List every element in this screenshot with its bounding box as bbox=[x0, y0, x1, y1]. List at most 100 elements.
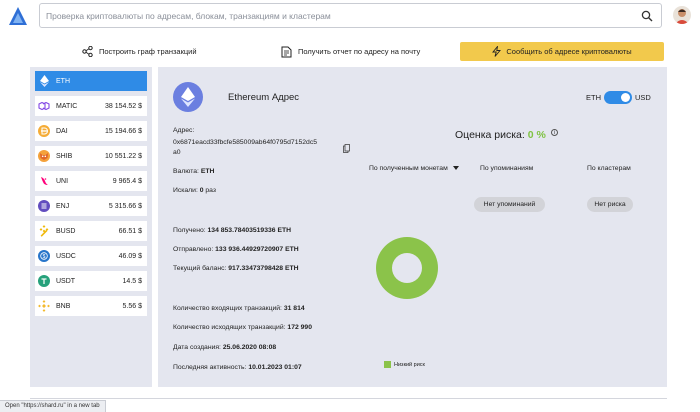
report-address-label: Сообщить об адресе криптовалюты bbox=[506, 47, 632, 56]
user-avatar-icon bbox=[675, 9, 689, 24]
avatar[interactable] bbox=[673, 6, 691, 24]
search-icon[interactable] bbox=[641, 10, 653, 22]
logo-icon[interactable] bbox=[8, 6, 28, 26]
share-graph-icon bbox=[82, 46, 93, 57]
currency-row: Валюта: ETH bbox=[173, 168, 214, 175]
risk-label: Оценка риска: bbox=[455, 129, 525, 141]
coin-value: 5 315.66 $ bbox=[108, 202, 142, 210]
coin-value: 66.51 $ bbox=[118, 227, 142, 235]
coin-symbol: BUSD bbox=[56, 227, 76, 235]
currency-sidebar: ETH MATIC 38 154.52 $ DAI 15 194.66 $ SH… bbox=[30, 67, 152, 387]
eth-icon bbox=[38, 75, 50, 87]
coin-symbol: USDC bbox=[56, 252, 76, 260]
tab-received-label: По полученным монетам bbox=[369, 165, 448, 172]
risk-donut-chart bbox=[376, 237, 438, 299]
coin-value: 9 965.4 $ bbox=[112, 177, 142, 185]
usdc-icon: $ bbox=[38, 250, 50, 262]
sidebar-item-matic[interactable]: MATIC 38 154.52 $ bbox=[35, 96, 147, 116]
page-title: Ethereum Адрес bbox=[228, 92, 300, 103]
copy-icon[interactable] bbox=[343, 144, 350, 153]
balance-label: Текущий баланс: bbox=[173, 265, 227, 272]
created-value: 25.06.2020 08:08 bbox=[222, 344, 277, 351]
document-icon bbox=[281, 46, 292, 57]
searched-row: Искали: 0 раз bbox=[173, 187, 216, 194]
search-bar[interactable] bbox=[39, 3, 662, 28]
divider bbox=[30, 398, 667, 399]
sidebar-item-uni[interactable]: UNI 9 965.4 $ bbox=[35, 171, 147, 191]
sidebar-item-busd[interactable]: BUSD 66.51 $ bbox=[35, 221, 147, 241]
toggle-left-label: ETH bbox=[586, 93, 601, 102]
toggle-switch[interactable] bbox=[604, 91, 632, 104]
busd-icon bbox=[38, 225, 50, 237]
coin-value: 5.56 $ bbox=[122, 302, 142, 310]
searched-unit: раз bbox=[205, 187, 217, 194]
received-label: Получено: bbox=[173, 227, 206, 234]
coin-value: 10 551.22 $ bbox=[105, 152, 142, 160]
chevron-down-icon bbox=[452, 166, 459, 171]
sent-label: Отправлено: bbox=[173, 246, 214, 253]
ethereum-icon bbox=[173, 82, 203, 112]
chart-legend: Низкий риск bbox=[384, 361, 425, 368]
email-report-button[interactable]: Получить отчет по адресу на почту bbox=[281, 42, 420, 61]
last-activity-row: Последняя активность: 10.01.2023 01:07 bbox=[173, 364, 302, 371]
sidebar-item-eth[interactable]: ETH bbox=[35, 71, 147, 91]
sidebar-item-usdc[interactable]: $ USDC 46.09 $ bbox=[35, 246, 147, 266]
build-graph-button[interactable]: Построить граф транзакций bbox=[82, 42, 197, 61]
outgoing-tx-row: Количество исходящих транзакций: 172 990 bbox=[173, 324, 312, 331]
currency-value: ETH bbox=[200, 168, 215, 175]
currency-label: Валюта: bbox=[173, 168, 199, 175]
coin-symbol: UNI bbox=[56, 177, 69, 185]
report-address-button[interactable]: Сообщить об адресе криптовалюты bbox=[460, 42, 664, 61]
header bbox=[0, 0, 700, 33]
usdt-icon bbox=[38, 275, 50, 287]
coin-value: 14.5 $ bbox=[122, 277, 142, 285]
sidebar-item-dai[interactable]: DAI 15 194.66 $ bbox=[35, 121, 147, 141]
shib-icon bbox=[38, 150, 50, 162]
searched-label: Искали: bbox=[173, 187, 198, 194]
address-label: Адрес: bbox=[173, 127, 195, 134]
uni-icon bbox=[38, 175, 50, 187]
sidebar-item-usdt[interactable]: USDT 14.5 $ bbox=[35, 271, 147, 291]
info-icon[interactable]: i bbox=[550, 129, 558, 136]
status-bar: Open "https://shard.ru" in a new tab bbox=[0, 400, 106, 412]
coin-symbol: USDT bbox=[56, 277, 76, 285]
coin-value: 46.09 $ bbox=[118, 252, 142, 260]
email-report-label: Получить отчет по адресу на почту bbox=[298, 47, 421, 56]
matic-icon bbox=[38, 100, 50, 112]
coin-symbol: ETH bbox=[56, 77, 70, 85]
incoming-tx-value: 31 814 bbox=[283, 305, 305, 312]
lightning-icon bbox=[492, 46, 502, 57]
sent-value: 133 936.44929720907 ETH bbox=[215, 246, 299, 253]
tab-clusters[interactable]: По кластерам bbox=[587, 165, 631, 172]
legend-swatch bbox=[384, 361, 391, 368]
dai-icon bbox=[38, 125, 50, 137]
toggle-right-label: USD bbox=[635, 93, 651, 102]
mentions-badge: Нет упоминаний bbox=[474, 197, 545, 212]
currency-toggle[interactable]: ETH USD bbox=[586, 91, 651, 104]
last-activity-value: 10.01.2023 01:07 bbox=[248, 364, 302, 371]
legend-low-risk: Низкий риск bbox=[394, 361, 425, 368]
coin-symbol: MATIC bbox=[56, 102, 78, 110]
sidebar-item-bnb[interactable]: BNB 5.56 $ bbox=[35, 296, 147, 316]
risk-value: 0 % bbox=[527, 129, 546, 141]
sidebar-item-enj[interactable]: ENJ 5 315.66 $ bbox=[35, 196, 147, 216]
incoming-tx-row: Количество входящих транзакций: 31 814 bbox=[173, 305, 305, 312]
outgoing-tx-value: 172 990 bbox=[287, 324, 312, 331]
coin-value: 15 194.66 $ bbox=[105, 127, 142, 135]
search-input[interactable] bbox=[46, 7, 636, 25]
received-value: 134 853.78403519336 ETH bbox=[207, 227, 292, 234]
outgoing-tx-label: Количество исходящих транзакций: bbox=[173, 324, 286, 331]
coin-symbol: SHIB bbox=[56, 152, 73, 160]
coin-symbol: ENJ bbox=[56, 202, 70, 210]
svg-text:$: $ bbox=[43, 254, 46, 260]
balance-value: 917.33473798428 ETH bbox=[228, 265, 299, 272]
enj-icon bbox=[38, 200, 50, 212]
created-row: Дата создания: 25.06.2020 08:08 bbox=[173, 344, 276, 351]
last-activity-label: Последняя активность: bbox=[173, 364, 247, 371]
tab-mentions[interactable]: По упоминаниям bbox=[480, 165, 533, 172]
sidebar-item-shib[interactable]: SHIB 10 551.22 $ bbox=[35, 146, 147, 166]
sent-row: Отправлено: 133 936.44929720907 ETH bbox=[173, 246, 299, 253]
received-row: Получено: 134 853.78403519336 ETH bbox=[173, 227, 291, 234]
tab-received-coins[interactable]: По полученным монетам bbox=[369, 165, 459, 172]
bnb-icon bbox=[38, 300, 50, 312]
